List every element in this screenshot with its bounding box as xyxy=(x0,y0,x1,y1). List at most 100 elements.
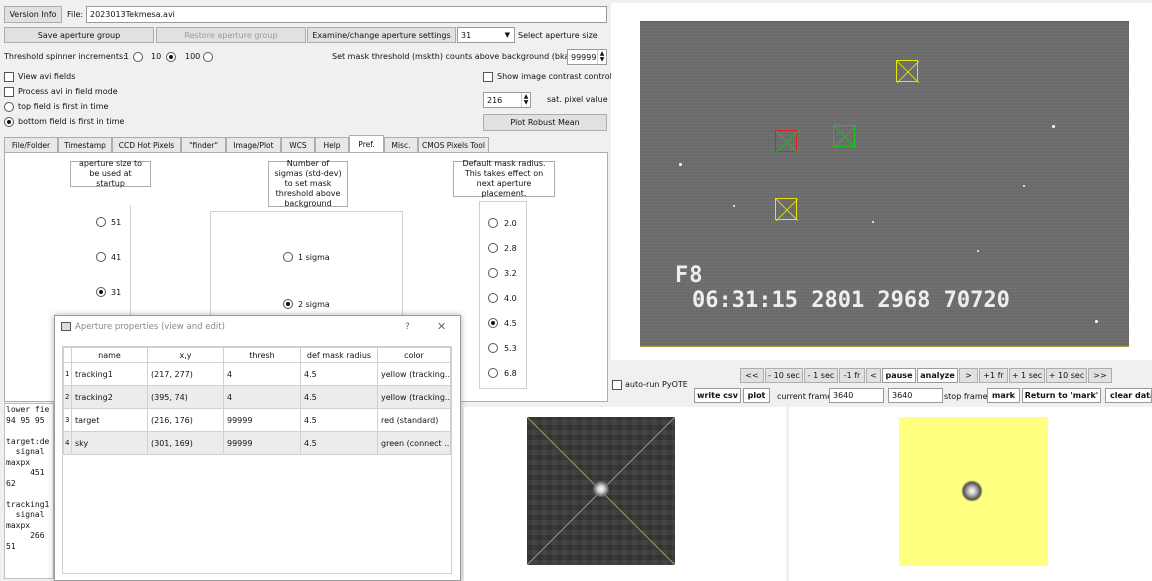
mask-image[interactable] xyxy=(899,417,1048,566)
analyze-button[interactable]: analyze xyxy=(917,368,958,383)
plot-robust-mean-button[interactable]: Plot Robust Mean xyxy=(483,114,607,131)
table-row[interactable]: 4 sky (301, 169) 99999 4.5 green (connec… xyxy=(63,431,451,455)
cell-color[interactable]: red (standard) xyxy=(377,408,451,432)
cell-xy[interactable]: (216, 176) xyxy=(147,408,224,432)
aperture-size-select[interactable]: 31 ▼ xyxy=(457,27,515,43)
write-csv-button[interactable]: write csv xyxy=(694,388,741,403)
mask-threshold-spinner[interactable]: 99999 ▲ ▼ xyxy=(567,49,607,65)
mask-radius-2-0-radio[interactable] xyxy=(488,218,498,228)
cell-xy[interactable]: (301, 169) xyxy=(147,431,224,455)
file-field[interactable]: 2023013Tekmesa.avi xyxy=(86,6,607,23)
cell-name[interactable]: tracking2 xyxy=(71,385,148,409)
sigma-1-radio[interactable] xyxy=(283,252,293,262)
tracking2-aperture[interactable] xyxy=(775,198,798,221)
restore-aperture-group-button[interactable]: Restore aperture group xyxy=(156,27,306,43)
save-aperture-group-button[interactable]: Save aperture group xyxy=(4,27,154,43)
column-header-name[interactable]: name xyxy=(71,347,148,363)
cell-name[interactable]: tracking1 xyxy=(71,362,148,386)
tab-image-plot[interactable]: Image/Plot xyxy=(226,137,281,152)
step-forward-button[interactable]: > xyxy=(959,368,978,383)
spinner-arrows-icon[interactable]: ▲ ▼ xyxy=(521,93,530,107)
back-1-frame-button[interactable]: -1 fr xyxy=(839,368,865,383)
table-row[interactable]: 3 target (216, 176) 99999 4.5 red (stand… xyxy=(63,408,451,432)
clear-data-button[interactable]: clear data xyxy=(1105,388,1152,403)
target-aperture[interactable] xyxy=(775,130,798,153)
column-header-color[interactable]: color xyxy=(377,347,451,363)
aperture-31-radio[interactable] xyxy=(96,287,106,297)
cell-color[interactable]: green (connect ... xyxy=(377,431,451,455)
mask-radius-5-3-radio[interactable] xyxy=(488,343,498,353)
mask-radius-2-8-radio[interactable] xyxy=(488,243,498,253)
top-field-first-radio[interactable] xyxy=(4,102,14,112)
current-frame-field[interactable]: 3640 xyxy=(829,388,884,403)
table-row[interactable]: 1 tracking1 (217, 277) 4 4.5 yellow (tra… xyxy=(63,362,451,386)
first-frame-button[interactable]: << xyxy=(740,368,764,383)
tab-wcs[interactable]: WCS xyxy=(281,137,315,152)
column-header-def-mask-radius[interactable]: def mask radius xyxy=(300,347,378,363)
aperture-41-radio[interactable] xyxy=(96,252,106,262)
log-text-area[interactable]: lower fie 94 95 95 target:de signal maxp… xyxy=(4,403,54,579)
tab-pref[interactable]: Pref. xyxy=(349,135,384,152)
auto-run-pyote-checkbox[interactable] xyxy=(612,380,622,390)
spinner-arrows-icon[interactable]: ▲ ▼ xyxy=(597,50,606,64)
cell-thresh[interactable]: 99999 xyxy=(223,408,301,432)
show-contrast-checkbox[interactable] xyxy=(483,72,493,82)
tracking1-aperture[interactable] xyxy=(896,60,919,83)
close-icon[interactable]: ✕ xyxy=(437,320,446,333)
aperture-thumbnail[interactable] xyxy=(527,417,675,565)
back-1-sec-button[interactable]: - 1 sec xyxy=(804,368,838,383)
column-header-thresh[interactable]: thresh xyxy=(223,347,301,363)
threshold-option-10-radio[interactable] xyxy=(166,52,176,62)
dialog-titlebar[interactable]: Aperture properties (view and edit) ? ✕ xyxy=(55,316,460,338)
cell-radius[interactable]: 4.5 xyxy=(300,385,378,409)
tab-misc[interactable]: Misc. xyxy=(384,137,418,152)
help-icon[interactable]: ? xyxy=(405,322,410,332)
cell-xy[interactable]: (217, 277) xyxy=(147,362,224,386)
forward-10-sec-button[interactable]: + 10 sec xyxy=(1046,368,1087,383)
tab-ccd-hot-pixels[interactable]: CCD Hot Pixels xyxy=(112,137,181,152)
mark-button[interactable]: mark xyxy=(987,388,1020,403)
cell-color[interactable]: yellow (tracking... xyxy=(377,385,451,409)
tab-timestamp[interactable]: Timestamp xyxy=(58,137,112,152)
pause-button[interactable]: pause xyxy=(882,368,916,383)
cell-name[interactable]: sky xyxy=(71,431,148,455)
aperture-51-radio[interactable] xyxy=(96,217,106,227)
mask-radius-4-0-radio[interactable] xyxy=(488,293,498,303)
cell-xy[interactable]: (395, 74) xyxy=(147,385,224,409)
column-header-xy[interactable]: x,y xyxy=(147,347,224,363)
cell-radius[interactable]: 4.5 xyxy=(300,362,378,386)
sigma-2-radio[interactable] xyxy=(283,299,293,309)
bottom-field-first-radio[interactable] xyxy=(4,117,14,127)
forward-1-frame-button[interactable]: +1 fr xyxy=(979,368,1008,383)
tab-file-folder[interactable]: File/Folder xyxy=(4,137,58,152)
return-to-mark-button[interactable]: Return to 'mark' xyxy=(1022,388,1101,403)
process-field-mode-checkbox[interactable] xyxy=(4,87,14,97)
sat-pixel-spinner[interactable]: 216 ▲ ▼ xyxy=(483,92,531,108)
view-avi-fields-checkbox[interactable] xyxy=(4,72,14,82)
cell-thresh[interactable]: 4 xyxy=(223,362,301,386)
cell-color[interactable]: yellow (tracking... xyxy=(377,362,451,386)
cell-thresh[interactable]: 4 xyxy=(223,385,301,409)
table-row[interactable]: 2 tracking2 (395, 74) 4 4.5 yellow (trac… xyxy=(63,385,451,409)
tab-cmos-pixels-tool[interactable]: CMOS Pixels Tool xyxy=(418,137,489,152)
cell-radius[interactable]: 4.5 xyxy=(300,408,378,432)
plot-button[interactable]: plot xyxy=(743,388,770,403)
stop-frame-field[interactable]: 3640 xyxy=(888,388,943,403)
threshold-option-1-radio[interactable] xyxy=(133,52,143,62)
step-back-button[interactable]: < xyxy=(866,368,881,383)
last-frame-button[interactable]: >> xyxy=(1088,368,1112,383)
examine-aperture-settings-button[interactable]: Examine/change aperture settings xyxy=(307,27,456,43)
sky-aperture[interactable] xyxy=(833,125,856,148)
cell-radius[interactable]: 4.5 xyxy=(300,431,378,455)
cell-thresh[interactable]: 99999 xyxy=(223,431,301,455)
back-10-sec-button[interactable]: - 10 sec xyxy=(765,368,803,383)
cell-name[interactable]: target xyxy=(71,408,148,432)
version-info-button[interactable]: Version Info xyxy=(4,6,62,23)
mask-radius-3-2-radio[interactable] xyxy=(488,268,498,278)
tab-finder[interactable]: "finder" xyxy=(181,137,226,152)
video-frame[interactable]: F8 06:31:15 2801 2968 70720 xyxy=(640,21,1129,347)
tab-help[interactable]: Help xyxy=(315,137,349,152)
mask-radius-6-8-radio[interactable] xyxy=(488,368,498,378)
forward-1-sec-button[interactable]: + 1 sec xyxy=(1009,368,1045,383)
mask-radius-4-5-radio[interactable] xyxy=(488,318,498,328)
